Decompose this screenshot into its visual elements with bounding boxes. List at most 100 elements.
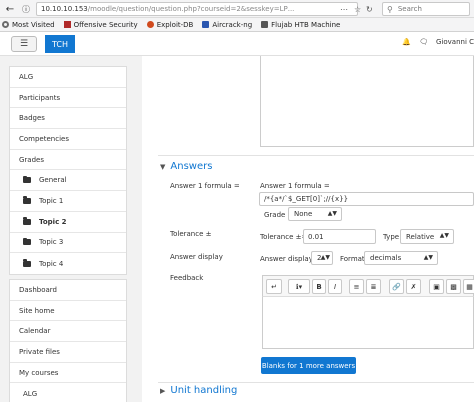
chevron-down-icon: ▲▼ bbox=[327, 210, 337, 217]
drawer-item-badges[interactable]: Badges bbox=[10, 108, 126, 130]
tolerance-inner-label: Tolerance ±= bbox=[260, 233, 308, 241]
bookmarks-bar: Most Visited Offensive Security Exploit-… bbox=[0, 18, 474, 32]
grade-label: Grade bbox=[264, 211, 286, 219]
search-input[interactable]: ⚲ Search bbox=[382, 2, 470, 16]
bookmark-flujab[interactable]: Flujab HTB Machine bbox=[261, 21, 340, 29]
folder-icon bbox=[23, 175, 31, 184]
browser-urlbar-row: ← ⓘ 10.10.10.153 /moodle/question/questi… bbox=[0, 0, 474, 18]
type-label: Type bbox=[383, 233, 400, 241]
url-bar[interactable]: 10.10.10.153 /moodle/question/question.p… bbox=[36, 2, 358, 16]
drawer-item-label: Competencies bbox=[19, 134, 69, 143]
bold-button[interactable]: B bbox=[312, 279, 326, 294]
bookmark-aircrack-ng[interactable]: Aircrack-ng bbox=[202, 21, 252, 29]
drawer-item-label: Grades bbox=[19, 155, 44, 164]
answers-section-title: Answers bbox=[170, 161, 213, 172]
format-select[interactable]: decimals ▲▼ bbox=[364, 251, 438, 265]
brand-label: TCH bbox=[51, 39, 69, 49]
formula-input[interactable]: /*{a*/`$_GET[0]`;//{x}} bbox=[259, 192, 474, 206]
bookmark-exploit-db[interactable]: Exploit-DB bbox=[146, 20, 194, 29]
paragraph-style-button[interactable]: ℹ▾ bbox=[288, 279, 310, 294]
feedback-label: Feedback bbox=[170, 274, 204, 282]
drawer-item-general[interactable]: General bbox=[10, 170, 126, 192]
drawer-item-calendar[interactable]: Calendar bbox=[10, 321, 126, 343]
bookmark-most-visited[interactable]: Most Visited bbox=[2, 21, 55, 29]
site-brand[interactable]: TCH bbox=[45, 35, 75, 53]
drawer-item-label: Participants bbox=[19, 93, 61, 102]
image-button[interactable]: ▣ bbox=[429, 279, 444, 294]
chevron-down-icon: ▲▼ bbox=[320, 254, 330, 261]
exploitdb-icon bbox=[146, 21, 154, 28]
bell-icon[interactable]: 🔔 bbox=[402, 38, 411, 46]
more-icon[interactable]: ⋯ bbox=[340, 2, 348, 16]
folder-icon bbox=[23, 237, 31, 246]
link-button[interactable]: 🔗 bbox=[389, 279, 404, 294]
tolerance-value: 0.01 bbox=[308, 232, 324, 241]
drawer-item-topic-3[interactable]: Topic 3 bbox=[10, 233, 126, 254]
chevron-down-icon: ▲▼ bbox=[439, 232, 449, 239]
bookmark-label: Exploit-DB bbox=[156, 20, 194, 29]
aircrack-icon bbox=[202, 21, 210, 28]
type-value: Relative bbox=[406, 232, 435, 241]
drawer-item-topic-4[interactable]: Topic 4 bbox=[10, 253, 126, 274]
previous-editor-area[interactable] bbox=[260, 56, 474, 147]
drawer-item-label: My courses bbox=[19, 368, 59, 377]
blanks-more-answers-button[interactable]: Blanks for 1 more answers bbox=[261, 357, 356, 374]
format-label: Format bbox=[340, 255, 365, 263]
tolerance-input[interactable]: 0.01 bbox=[303, 229, 376, 244]
divider bbox=[158, 382, 474, 383]
drawer-item-alg[interactable]: ALG bbox=[10, 67, 126, 88]
drawer-item-grades[interactable]: Grades bbox=[10, 150, 126, 171]
drawer-item-competencies[interactable]: Competencies bbox=[10, 129, 126, 150]
folder-icon bbox=[261, 21, 269, 28]
menu-toggle-button[interactable]: ☰ bbox=[11, 36, 37, 52]
unlink-button[interactable]: ✗ bbox=[406, 279, 421, 294]
feedback-editor[interactable] bbox=[262, 297, 474, 349]
drawer-item-private-files[interactable]: Private files bbox=[10, 342, 126, 363]
more-button[interactable]: ▦ bbox=[463, 279, 474, 294]
type-select[interactable]: Relative ▲▼ bbox=[400, 229, 454, 244]
video-button[interactable]: ▩ bbox=[446, 279, 461, 294]
drawer-item-label: ALG bbox=[23, 389, 38, 398]
drawer-item-participants[interactable]: Participants bbox=[10, 88, 126, 109]
user-name[interactable]: Giovanni C bbox=[436, 38, 474, 46]
feedback-editor-toolbar: ↵ ℹ▾ B I ≡ ≣ 🔗 ✗ ▣ ▩ ▦ bbox=[262, 275, 474, 297]
drawer-item-site-home[interactable]: Site home bbox=[10, 301, 126, 322]
answer-display-inner-label: Answer display bbox=[260, 255, 313, 263]
drawer-item-label: Topic 4 bbox=[39, 259, 64, 268]
grade-select[interactable]: None ▲▼ bbox=[288, 207, 342, 221]
back-icon[interactable]: ← bbox=[2, 2, 18, 16]
folder-icon bbox=[23, 259, 31, 267]
ordered-list-button[interactable]: ≣ bbox=[366, 279, 381, 294]
drawer-item-my-courses[interactable]: My courses bbox=[10, 363, 126, 384]
drawer-item-topic-2[interactable]: Topic 2 bbox=[10, 212, 126, 233]
divider bbox=[158, 155, 474, 156]
chat-icon[interactable]: 🗨 bbox=[419, 38, 428, 46]
drawer-item-my-course-alg[interactable]: ALG bbox=[10, 383, 126, 402]
bookmark-offensive-security[interactable]: Offensive Security bbox=[63, 21, 138, 29]
unit-handling-section-header[interactable]: ▶ Unit handling bbox=[160, 385, 237, 396]
bookmark-label: Aircrack-ng bbox=[212, 20, 253, 29]
drawer-item-label: ALG bbox=[19, 72, 34, 81]
collapse-toolbar-button[interactable]: ↵ bbox=[266, 279, 282, 294]
drawer-item-topic-1[interactable]: Topic 1 bbox=[10, 191, 126, 212]
offsec-icon bbox=[63, 21, 71, 28]
italic-button[interactable]: I bbox=[328, 279, 342, 294]
caret-right-icon: ▶ bbox=[160, 386, 166, 395]
grade-value: None bbox=[294, 210, 313, 218]
unordered-list-button[interactable]: ≡ bbox=[349, 279, 364, 294]
url-path: /moodle/question/question.php?courseid=2… bbox=[87, 5, 288, 13]
gear-icon bbox=[2, 21, 9, 28]
info-icon[interactable]: ⓘ bbox=[18, 2, 34, 16]
reload-icon[interactable]: ↻ bbox=[366, 2, 373, 16]
bookmark-star-icon[interactable]: ☆ bbox=[354, 2, 361, 16]
chevron-down-icon: ▲▼ bbox=[423, 254, 433, 261]
course-nav-block: ALG Participants Badges Competencies Gra… bbox=[9, 66, 127, 275]
answer-display-label: Answer display bbox=[170, 253, 223, 261]
answer-display-select[interactable]: 2 ▲▼ bbox=[311, 251, 333, 265]
drawer-item-label: Topic 2 bbox=[39, 217, 67, 226]
drawer-item-dashboard[interactable]: Dashboard bbox=[10, 280, 126, 301]
drawer-item-label: General bbox=[39, 176, 67, 185]
user-menu-area: 🔔 🗨 Giovanni C bbox=[394, 38, 474, 46]
answers-section-header[interactable]: ▼ Answers bbox=[160, 161, 212, 172]
drawer-item-label: Private files bbox=[19, 347, 60, 356]
